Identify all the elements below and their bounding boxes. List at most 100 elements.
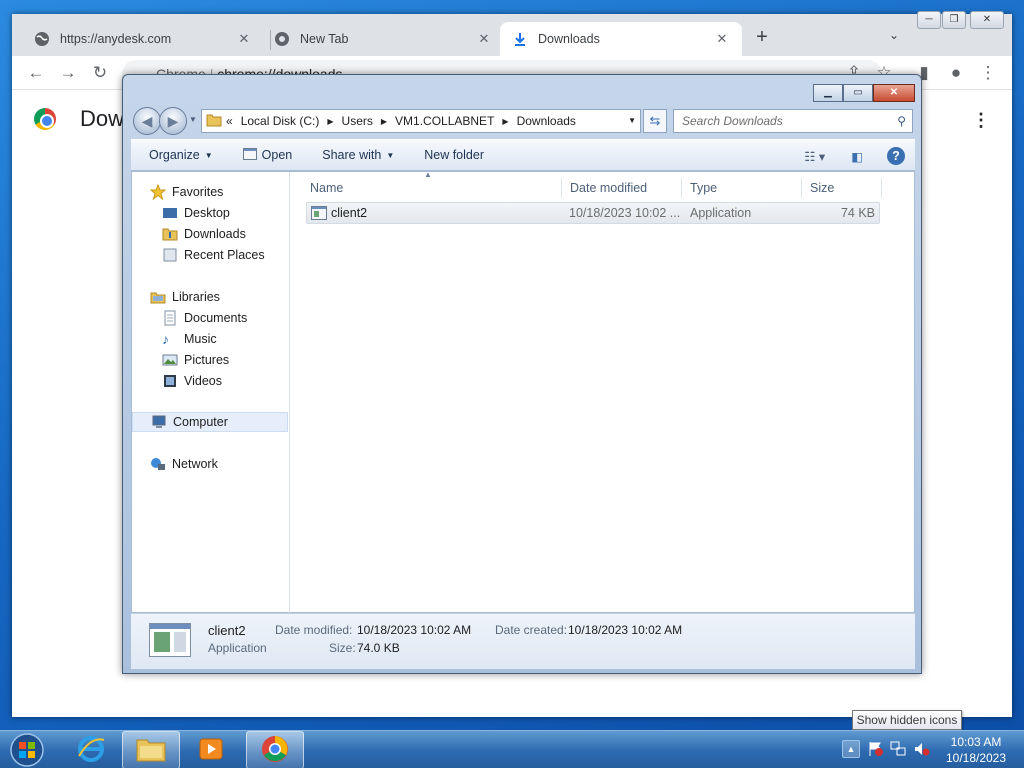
column-header-type[interactable]: Type bbox=[686, 178, 802, 198]
tab-search-icon[interactable]: ⌄ bbox=[886, 28, 902, 42]
nav-label: Pictures bbox=[184, 353, 230, 367]
taskbar-clock[interactable]: 10:03 AM 10/18/2023 bbox=[936, 734, 1016, 766]
view-controls: ☷ ▾ ◧ ? bbox=[804, 147, 905, 165]
file-date: 10/18/2023 10:02 ... bbox=[569, 206, 681, 220]
open-button[interactable]: Open bbox=[242, 147, 293, 163]
media-player-icon bbox=[198, 736, 224, 765]
nav-network[interactable]: Network bbox=[150, 454, 306, 474]
nav-label: Favorites bbox=[172, 185, 224, 199]
column-header-size[interactable]: Size bbox=[806, 178, 882, 198]
computer-icon bbox=[151, 414, 167, 430]
chrome-menu-icon[interactable]: ⋮ bbox=[976, 62, 1000, 84]
tab-anydesk[interactable]: https://anydesk.com ✕ bbox=[22, 22, 264, 56]
nav-label: Videos bbox=[184, 374, 222, 388]
documents-icon bbox=[162, 310, 178, 326]
close-tab-icon[interactable]: ✕ bbox=[236, 31, 252, 47]
internet-explorer-icon bbox=[76, 734, 106, 767]
tab-downloads[interactable]: Downloads ✕ bbox=[500, 22, 742, 56]
address-bar[interactable]: « Local Disk (C:) ▶ Users ▶ VM1.COLLABNE… bbox=[201, 109, 641, 133]
close-button[interactable]: ✕ bbox=[873, 84, 915, 102]
taskbar-chrome[interactable] bbox=[246, 731, 304, 768]
taskbar-windows-explorer[interactable] bbox=[122, 731, 180, 768]
clock-time: 10:03 AM bbox=[950, 735, 1002, 749]
new-tab-button[interactable]: + bbox=[750, 26, 774, 50]
help-icon[interactable]: ? bbox=[887, 147, 905, 165]
close-window-button[interactable]: ✕ bbox=[970, 11, 1004, 29]
volume-muted-icon[interactable] bbox=[914, 741, 930, 760]
network-status-icon[interactable] bbox=[890, 741, 906, 760]
search-icon: ⚲ bbox=[897, 114, 906, 128]
close-tab-icon[interactable]: ✕ bbox=[714, 31, 730, 47]
dropdown-arrow-icon: ▼ bbox=[204, 150, 213, 160]
profile-icon[interactable]: ● bbox=[944, 62, 968, 84]
restore-button[interactable]: ❐ bbox=[942, 11, 966, 29]
folder-icon bbox=[206, 113, 222, 130]
explorer-body: Favorites Desktop Downloads Recent Place… bbox=[131, 170, 915, 614]
preview-pane-icon[interactable]: ◧ bbox=[851, 149, 863, 164]
back-button[interactable]: ◀ bbox=[133, 107, 161, 135]
tab-new-tab[interactable]: New Tab ✕ bbox=[262, 22, 504, 56]
breadcrumb-overflow[interactable]: « bbox=[226, 114, 233, 128]
refresh-icon[interactable]: ⇆ bbox=[643, 109, 667, 133]
application-large-icon bbox=[149, 623, 191, 657]
system-tray: ▲ 10:03 AM 10/18/2023 bbox=[842, 731, 1024, 768]
libraries-icon bbox=[150, 289, 166, 305]
show-hidden-icons-button[interactable]: ▲ bbox=[842, 740, 860, 758]
file-name: client2 bbox=[331, 206, 368, 220]
details-date-modified-label: Date modified: bbox=[275, 623, 353, 637]
close-tab-icon[interactable]: ✕ bbox=[476, 31, 492, 47]
recent-pages-chevron-icon[interactable]: ▼ bbox=[189, 115, 197, 124]
open-label: Open bbox=[261, 148, 293, 162]
clock-date: 10/18/2023 bbox=[945, 751, 1007, 765]
nav-favorites[interactable]: Favorites bbox=[149, 182, 306, 202]
nav-libraries[interactable]: Libraries bbox=[150, 287, 306, 307]
back-arrow-icon[interactable]: ← bbox=[24, 62, 48, 84]
network-icon bbox=[150, 456, 166, 472]
videos-icon bbox=[162, 373, 178, 389]
details-date-modified: 10/18/2023 10:02 AM bbox=[357, 623, 472, 637]
share-with-button[interactable]: Share with ▼ bbox=[322, 148, 394, 162]
explorer-window: ▁ ▭ ✕ ◀ ▶ ▼ « Local Disk (C:) ▶ Users ▶ … bbox=[122, 74, 922, 674]
breadcrumb-user[interactable]: VM1.COLLABNET bbox=[395, 114, 494, 128]
details-date-created: 10/18/2023 10:02 AM bbox=[568, 623, 683, 637]
downloads-menu-icon[interactable]: ⋮ bbox=[972, 110, 990, 131]
maximize-button[interactable]: ▭ bbox=[843, 84, 873, 102]
nav-computer[interactable]: Computer bbox=[132, 412, 288, 432]
search-input[interactable]: Search Downloads ⚲ bbox=[673, 109, 913, 133]
action-center-alert-icon[interactable] bbox=[868, 741, 884, 760]
address-dropdown-icon[interactable]: ▼ bbox=[628, 116, 636, 125]
forward-arrow-icon[interactable]: → bbox=[56, 62, 80, 84]
nav-label: Computer bbox=[173, 415, 228, 429]
breadcrumb-arrow-icon[interactable]: ▶ bbox=[327, 117, 333, 126]
minimize-button[interactable]: ▁ bbox=[813, 84, 843, 102]
breadcrumb-arrow-icon[interactable]: ▶ bbox=[502, 117, 508, 126]
breadcrumb-local-disk[interactable]: Local Disk (C:) bbox=[241, 114, 320, 128]
column-header-date[interactable]: Date modified bbox=[566, 178, 682, 198]
column-header-name[interactable]: Name bbox=[306, 178, 562, 198]
nav-label: Libraries bbox=[172, 290, 220, 304]
file-row[interactable]: client2 10/18/2023 10:02 ... Application… bbox=[306, 202, 880, 224]
pictures-icon bbox=[162, 352, 178, 368]
nav-label: Documents bbox=[184, 311, 248, 325]
taskbar-media-player[interactable] bbox=[182, 731, 240, 768]
start-button[interactable] bbox=[4, 731, 50, 768]
new-folder-button[interactable]: New folder bbox=[424, 148, 484, 162]
star-icon bbox=[149, 183, 167, 201]
globe-icon bbox=[34, 31, 50, 47]
reload-icon[interactable]: ↻ bbox=[88, 62, 112, 84]
taskbar-internet-explorer[interactable] bbox=[62, 731, 120, 768]
tab-title: https://anydesk.com bbox=[60, 32, 172, 46]
breadcrumb-users[interactable]: Users bbox=[342, 114, 373, 128]
organize-button[interactable]: Organize ▼ bbox=[149, 148, 213, 162]
nav-label: Music bbox=[184, 332, 217, 346]
details-file-kind: Application bbox=[208, 641, 267, 655]
breadcrumb-arrow-icon[interactable]: ▶ bbox=[381, 117, 387, 126]
minimize-button[interactable]: ─ bbox=[917, 11, 941, 29]
forward-button[interactable]: ▶ bbox=[159, 107, 187, 135]
folder-icon bbox=[136, 736, 166, 765]
command-bar: Organize ▼ Open Share with ▼ New folder … bbox=[131, 139, 915, 171]
download-icon bbox=[512, 31, 528, 47]
change-view-icon[interactable]: ☷ ▾ bbox=[804, 149, 825, 164]
breadcrumb-downloads[interactable]: Downloads bbox=[517, 114, 576, 128]
tab-title: New Tab bbox=[300, 32, 349, 46]
